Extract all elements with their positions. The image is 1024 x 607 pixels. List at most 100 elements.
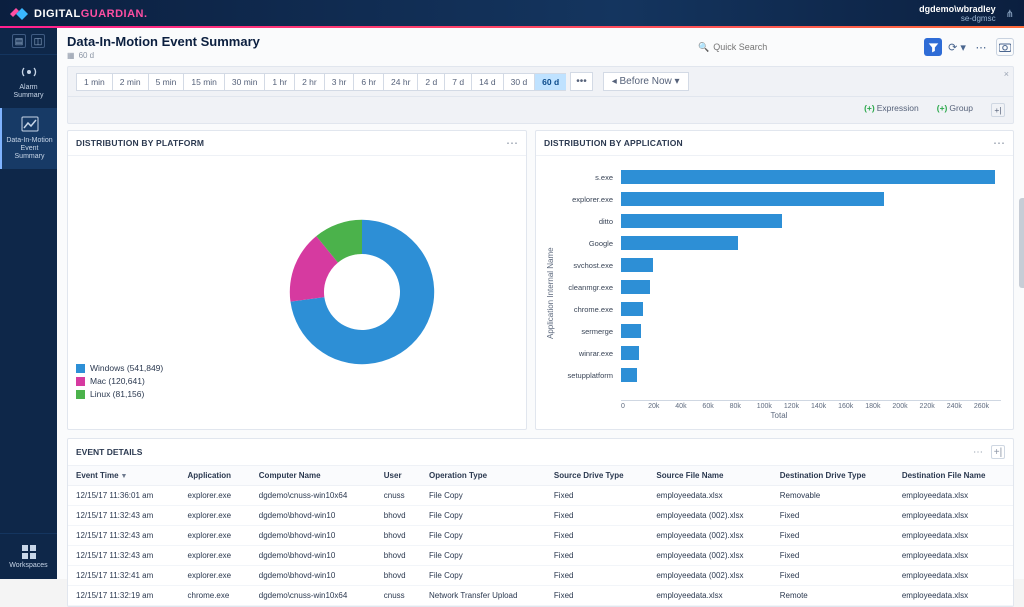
table-add-button[interactable]: +| [991, 445, 1005, 459]
table-cell: bhovd [376, 566, 421, 586]
xaxis-tick: 260k [974, 403, 1001, 410]
table-row[interactable]: 12/15/17 11:32:43 amexplorer.exedgdemo\b… [68, 546, 1013, 566]
add-group[interactable]: (+)Group [937, 103, 973, 117]
table-row[interactable]: 12/15/17 11:32:41 amexplorer.exedgdemo\b… [68, 566, 1013, 586]
bar-row: svchost.exe [557, 254, 1001, 276]
table-cell: employeedata.xlsx [648, 486, 771, 506]
timeframe-5min[interactable]: 5 min [148, 73, 184, 91]
bar-winrarexe[interactable] [621, 346, 639, 360]
table-cell: explorer.exe [180, 566, 251, 586]
event-details-panel: EVENT DETAILS ⋯ +| Event TimeApplication… [67, 438, 1014, 607]
bar-setupplatform[interactable] [621, 368, 637, 382]
app-chart-ylabel: Application Internal Name [544, 166, 557, 420]
timeframe-14d[interactable]: 14 d [471, 73, 503, 91]
table-cell: dgdemo\cnuss-win10x64 [251, 486, 376, 506]
menu-icon[interactable]: ⋔ [1006, 9, 1014, 20]
timeframe-15min[interactable]: 15 min [183, 73, 224, 91]
quick-search[interactable]: 🔍 [698, 42, 918, 53]
user-box[interactable]: dgdemo\wbradley se-dgmsc [919, 5, 996, 24]
search-input[interactable] [713, 42, 918, 52]
table-cell: Fixed [546, 546, 648, 566]
table-cell: 12/15/17 11:32:19 am [68, 586, 180, 606]
sidebar-workspaces[interactable]: Workspaces [0, 533, 57, 579]
legend-item-windows[interactable]: Windows (541,849) [76, 363, 206, 373]
col-destination-drive-type[interactable]: Destination Drive Type [772, 466, 894, 486]
panel-platform-more[interactable]: ⋯ [506, 137, 518, 149]
broadcast-icon [20, 63, 38, 81]
bar-cleanmgrexe[interactable] [621, 280, 650, 294]
col-event-time[interactable]: Event Time [68, 466, 180, 486]
xaxis-tick: 60k [702, 403, 729, 410]
table-cell: explorer.exe [180, 526, 251, 546]
sidebar-item-alarm-summary[interactable]: Alarm Summary [0, 55, 57, 108]
bar-sexe[interactable] [621, 170, 995, 184]
timeframe-30d[interactable]: 30 d [503, 73, 535, 91]
table-cell: bhovd [376, 506, 421, 526]
table-cell: 12/15/17 11:32:43 am [68, 546, 180, 566]
table-cell: File Copy [421, 546, 546, 566]
col-user[interactable]: User [376, 466, 421, 486]
col-operation-type[interactable]: Operation Type [421, 466, 546, 486]
table-row[interactable]: 12/15/17 11:32:43 amexplorer.exedgdemo\b… [68, 526, 1013, 546]
app-chart-xlabel: Total [557, 411, 1001, 420]
table-row[interactable]: 12/15/17 11:32:43 amexplorer.exedgdemo\b… [68, 506, 1013, 526]
bar-chromeexe[interactable] [621, 302, 643, 316]
col-application[interactable]: Application [180, 466, 251, 486]
main-content: Data-In-Motion Event Summary 60 d 🔍 ⟳ ▾ … [57, 28, 1024, 579]
table-cell: File Copy [421, 506, 546, 526]
table-more[interactable]: ⋯ [973, 447, 983, 458]
refresh-button[interactable]: ⟳ ▾ [948, 38, 966, 56]
right-scroll-handle[interactable] [1019, 198, 1024, 288]
timeframe-1hr[interactable]: 1 hr [264, 73, 294, 91]
expr-plus-button[interactable]: +| [991, 103, 1005, 117]
more-button[interactable]: ⋯ [972, 38, 990, 56]
col-source-drive-type[interactable]: Source Drive Type [546, 466, 648, 486]
timeframe-24hr[interactable]: 24 hr [383, 73, 417, 91]
timeframe-2d[interactable]: 2 d [417, 73, 444, 91]
close-icon[interactable]: × [1004, 69, 1009, 79]
bar-row: cleanmgr.exe [557, 276, 1001, 298]
legend-item-mac[interactable]: Mac (120,641) [76, 376, 206, 386]
table-row[interactable]: 12/15/17 11:32:19 amchrome.exedgdemo\cnu… [68, 586, 1013, 606]
bar-row: explorer.exe [557, 188, 1001, 210]
table-cell: employeedata.xlsx [894, 486, 1013, 506]
rail-chart-icon[interactable]: ◫ [31, 34, 45, 48]
timeframe-7d[interactable]: 7 d [444, 73, 471, 91]
col-computer-name[interactable]: Computer Name [251, 466, 376, 486]
before-now-picker[interactable]: ◂ Before Now ▾ [603, 72, 689, 91]
col-source-file-name[interactable]: Source File Name [648, 466, 771, 486]
event-details-title: EVENT DETAILS [76, 447, 142, 457]
table-cell: File Copy [421, 566, 546, 586]
add-expression[interactable]: (+)Expression [864, 103, 919, 117]
timeframe-2hr[interactable]: 2 hr [294, 73, 324, 91]
snapshot-button[interactable] [996, 38, 1014, 56]
xaxis-tick: 0 [621, 403, 648, 410]
bar-Google[interactable] [621, 236, 738, 250]
timeframe-2min[interactable]: 2 min [112, 73, 148, 91]
timeframe-3hr[interactable]: 3 hr [324, 73, 354, 91]
filter-button[interactable] [924, 38, 942, 56]
col-destination-file-name[interactable]: Destination File Name [894, 466, 1013, 486]
sidebar-item-dim-summary[interactable]: Data-In-Motion Event Summary [0, 108, 57, 169]
timeframe-60d[interactable]: 60 d [534, 73, 566, 91]
bar-sermerge[interactable] [621, 324, 641, 338]
bar-explorerexe[interactable] [621, 192, 884, 206]
timeframe-1min[interactable]: 1 min [76, 73, 112, 91]
trend-icon [21, 116, 39, 134]
timeframe-6hr[interactable]: 6 hr [353, 73, 383, 91]
timeframe-more[interactable]: ••• [570, 72, 593, 91]
bar-ditto[interactable] [621, 214, 782, 228]
table-row[interactable]: 12/15/17 11:36:01 amexplorer.exedgdemo\c… [68, 486, 1013, 506]
legend-item-linux[interactable]: Linux (81,156) [76, 389, 206, 399]
timeframe-panel: × 1 min2 min5 min15 min30 min1 hr2 hr3 h… [67, 66, 1014, 124]
timeframe-30min[interactable]: 30 min [224, 73, 265, 91]
bar-row: setupplatform [557, 364, 1001, 386]
bar-category-label: cleanmgr.exe [557, 283, 617, 292]
bar-category-label: winrar.exe [557, 349, 617, 358]
table-cell: Fixed [546, 506, 648, 526]
bar-row: ditto [557, 210, 1001, 232]
bar-svchostexe[interactable] [621, 258, 653, 272]
panel-application-more[interactable]: ⋯ [993, 137, 1005, 149]
table-cell: File Copy [421, 486, 546, 506]
rail-grid-icon[interactable]: ▤ [12, 34, 26, 48]
